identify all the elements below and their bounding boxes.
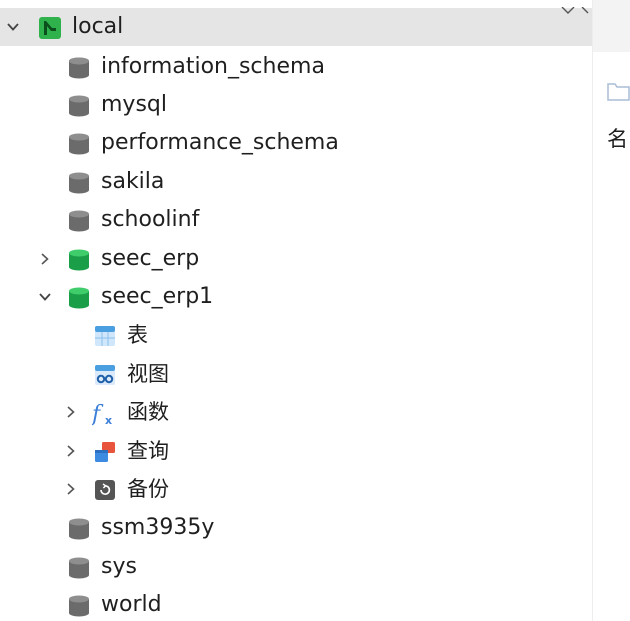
- svg-text:f: f: [92, 402, 104, 426]
- tree-row-db[interactable]: mysql: [0, 86, 592, 124]
- chevron-right-icon[interactable]: [62, 432, 80, 470]
- db-label: seec_erp1: [101, 284, 214, 309]
- chevron-right-icon[interactable]: [62, 470, 80, 508]
- tables-label: 表: [127, 323, 148, 347]
- tree-row-db[interactable]: world: [0, 586, 592, 621]
- tree-row-connection-local[interactable]: local: [0, 8, 592, 46]
- connection-label: local: [72, 14, 124, 39]
- function-icon: f x: [90, 402, 114, 427]
- chevron-down-icon[interactable]: [36, 278, 54, 316]
- database-open-icon: [68, 287, 90, 309]
- database-open-icon: [68, 249, 90, 271]
- backup-icon: [94, 479, 116, 501]
- db-label: mysql: [101, 92, 167, 117]
- svg-text:x: x: [105, 414, 112, 426]
- tree-row-db-seec-erp1[interactable]: seec_erp1: [0, 278, 592, 316]
- db-label: ssm3935y: [101, 515, 215, 540]
- column-header-name[interactable]: 名: [607, 120, 628, 158]
- tree-row-functions[interactable]: f x 函数: [0, 393, 592, 431]
- database-closed-icon: [68, 172, 90, 194]
- db-label: sys: [101, 554, 137, 579]
- navicat-window: local information_schema mysql performan…: [0, 0, 630, 621]
- db-label: performance_schema: [101, 130, 339, 155]
- chevron-right-icon[interactable]: [62, 393, 80, 431]
- database-closed-icon: [68, 57, 90, 79]
- tree-row-backups[interactable]: 备份: [0, 470, 592, 508]
- object-toolbar: [593, 0, 630, 52]
- navigator-tree: local information_schema mysql performan…: [0, 0, 592, 621]
- db-label: sakila: [101, 169, 165, 194]
- tree-row-db[interactable]: ssm3935y: [0, 509, 592, 547]
- database-closed-icon: [68, 95, 90, 117]
- views-label: 视图: [127, 362, 169, 386]
- folder-icon[interactable]: [607, 80, 630, 106]
- chevron-right-icon[interactable]: [36, 240, 54, 278]
- tree-row-db[interactable]: performance_schema: [0, 124, 592, 162]
- view-icon: [94, 364, 116, 386]
- tree-row-db-seec-erp[interactable]: seec_erp: [0, 240, 592, 278]
- tree-row-queries[interactable]: 查询: [0, 432, 592, 470]
- functions-label: 函数: [127, 400, 169, 424]
- tree-row-db[interactable]: information_schema: [0, 48, 592, 86]
- table-icon: [94, 325, 116, 347]
- database-closed-icon: [68, 595, 90, 617]
- database-closed-icon: [68, 557, 90, 579]
- db-label: information_schema: [101, 54, 325, 79]
- tree-row-db[interactable]: sys: [0, 548, 592, 586]
- database-closed-icon: [68, 518, 90, 540]
- db-label: schoolinf: [101, 207, 200, 232]
- db-label: seec_erp: [101, 246, 200, 271]
- chevron-down-icon[interactable]: [4, 8, 22, 46]
- tree-row-tables[interactable]: 表: [0, 316, 592, 354]
- tree-row-db[interactable]: sakila: [0, 163, 592, 201]
- connection-icon: [38, 16, 61, 39]
- toolbar-fragment: [560, 0, 592, 14]
- object-panel: 名: [592, 0, 630, 621]
- tree-row-db[interactable]: schoolinf: [0, 201, 592, 239]
- database-closed-icon: [68, 210, 90, 232]
- db-label: world: [101, 592, 162, 617]
- backups-label: 备份: [127, 477, 169, 501]
- database-closed-icon: [68, 133, 90, 155]
- query-icon: [94, 441, 116, 463]
- queries-label: 查询: [127, 439, 169, 463]
- tree-row-views[interactable]: 视图: [0, 355, 592, 393]
